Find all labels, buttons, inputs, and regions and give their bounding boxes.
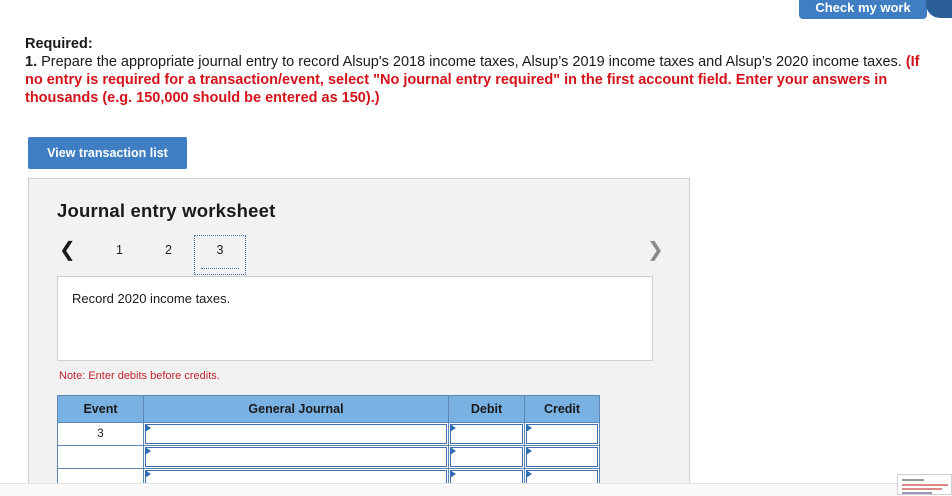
entry-description: Record 2020 income taxes. [72,291,231,306]
page-link-1[interactable]: 1 [116,243,123,257]
thumbnail-line [902,492,932,494]
check-my-work-cap[interactable] [926,0,952,18]
chevron-left-icon[interactable]: ❮ [59,240,76,260]
view-transaction-list-button[interactable]: View transaction list [28,137,187,169]
column-header-credit: Credit [524,395,600,423]
dropdown-triangle-icon [450,424,456,432]
chevron-right-icon[interactable]: ❯ [647,240,664,260]
journal-entry-worksheet: Journal entry worksheet ❮ 1 2 3 ❯ Record… [28,178,690,495]
active-page-underline [201,268,239,269]
dropdown-triangle-icon [145,447,151,455]
dropdown-triangle-icon [450,447,456,455]
thumbnail-line [902,488,942,490]
credit-input[interactable] [524,445,600,469]
worksheet-title: Journal entry worksheet [57,200,276,221]
instructions: Required: 1. Prepare the appropriate jou… [25,35,940,107]
dropdown-triangle-icon [526,447,532,455]
event-cell [57,445,144,469]
dropdown-triangle-icon [450,470,456,478]
account-field[interactable] [145,424,447,444]
page-link-3-active[interactable]: 3 [194,235,246,275]
account-select[interactable] [143,422,449,446]
entry-note: Note: Enter debits before credits. [59,370,220,382]
instruction-number: 1. [25,54,38,70]
column-header-general-journal: General Journal [143,395,449,423]
credit-field[interactable] [526,424,598,444]
event-cell: 3 [57,422,144,446]
page-thumbnail[interactable] [897,474,952,495]
table-row: 3 [57,422,600,446]
account-select[interactable] [143,445,449,469]
dropdown-triangle-icon [526,424,532,432]
account-field[interactable] [145,447,447,467]
instruction-text: Prepare the appropriate journal entry to… [37,54,906,70]
instruction-body: 1. Prepare the appropriate journal entry… [25,53,940,107]
thumbnail-line [902,484,948,486]
table-row [57,445,600,469]
page-link-2[interactable]: 2 [165,243,172,257]
debit-input[interactable] [448,422,525,446]
debit-field[interactable] [450,424,523,444]
active-page-label: 3 [216,243,224,257]
dropdown-triangle-icon [526,470,532,478]
check-my-work-button[interactable]: Check my work [799,0,927,19]
column-header-debit: Debit [448,395,525,423]
required-heading: Required: [25,36,93,52]
entry-description-box: Record 2020 income taxes. [57,276,653,361]
dropdown-triangle-icon [145,470,151,478]
debit-field[interactable] [450,447,523,467]
credit-field[interactable] [526,447,598,467]
column-header-event: Event [57,395,144,423]
dropdown-triangle-icon [145,424,151,432]
journal-table: Event General Journal Debit Credit 3 [57,395,600,492]
bottom-bar [0,483,952,496]
debit-input[interactable] [448,445,525,469]
thumbnail-line [902,479,924,481]
credit-input[interactable] [524,422,600,446]
